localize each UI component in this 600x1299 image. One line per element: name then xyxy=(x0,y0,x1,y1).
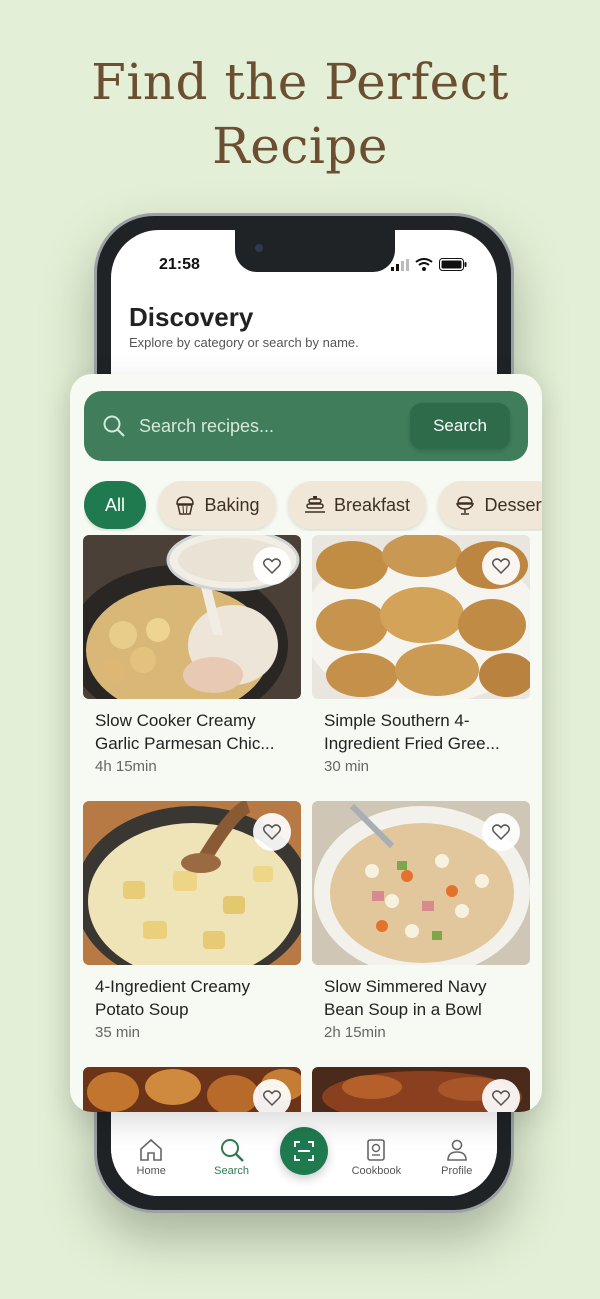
favorite-button[interactable] xyxy=(253,1079,291,1112)
wifi-icon xyxy=(415,258,433,271)
chip-breakfast[interactable]: Breakfast xyxy=(287,481,426,529)
recipe-image xyxy=(312,801,530,965)
heart-icon xyxy=(263,1090,281,1106)
tab-profile-label: Profile xyxy=(441,1165,473,1177)
scan-button[interactable] xyxy=(279,1127,328,1175)
search-icon xyxy=(103,415,125,437)
favorite-button[interactable] xyxy=(482,813,520,851)
recipe-card[interactable]: 4-Ingredient Creamy Potato Soup 35 min xyxy=(83,801,301,1041)
page-title: Discovery xyxy=(129,302,254,332)
tab-profile[interactable]: Profile xyxy=(425,1137,489,1177)
chip-dessert[interactable]: Dessert xyxy=(438,481,542,529)
search-input[interactable]: Search recipes... xyxy=(139,416,274,437)
scan-icon xyxy=(293,1141,314,1161)
recipe-title: Slow Cooker Creamy Garlic Parmesan Chic.… xyxy=(95,711,275,753)
recipe-card[interactable] xyxy=(83,1067,301,1112)
recipe-title: Slow Simmered Navy Bean Soup in a Bowl xyxy=(324,977,487,1019)
heart-icon xyxy=(492,1090,510,1106)
headline: Find the Perfect Recipe xyxy=(0,50,600,178)
tab-cookbook-label: Cookbook xyxy=(351,1165,402,1177)
chip-all[interactable]: All xyxy=(84,481,146,529)
category-chips: All Baking Breakfast Dessert xyxy=(84,481,542,531)
recipe-image xyxy=(83,801,301,965)
search-bar: Search recipes... Search xyxy=(84,391,528,461)
recipe-card[interactable] xyxy=(312,1067,530,1112)
status-icons xyxy=(391,258,467,271)
chip-all-label: All xyxy=(104,494,125,515)
status-time: 21:58 xyxy=(159,256,200,273)
chip-dessert-label: Dessert xyxy=(484,494,542,515)
recipe-image xyxy=(312,535,530,699)
profile-icon xyxy=(446,1139,467,1161)
favorite-button[interactable] xyxy=(482,547,520,585)
heart-icon xyxy=(263,558,281,574)
recipe-card[interactable]: Simple Southern 4-Ingredient Fried Gree.… xyxy=(312,535,530,775)
chip-baking[interactable]: Baking xyxy=(158,481,276,529)
recipe-title: 4-Ingredient Creamy Potato Soup xyxy=(95,977,250,1019)
recipe-title: Simple Southern 4-Ingredient Fried Gree.… xyxy=(324,711,500,753)
tab-home[interactable]: Home xyxy=(119,1137,183,1177)
headline-line-1: Find the Perfect xyxy=(91,53,509,111)
headline-line-2: Recipe xyxy=(212,117,388,175)
discovery-card: Search recipes... Search All Baking Brea… xyxy=(70,374,542,1112)
recipe-time: 35 min xyxy=(95,1024,141,1041)
heart-icon xyxy=(263,824,281,840)
sundae-icon xyxy=(456,496,475,515)
search-button[interactable]: Search xyxy=(410,403,510,449)
camera-icon xyxy=(255,244,263,252)
home-icon xyxy=(140,1138,162,1161)
recipe-card[interactable]: Slow Simmered Navy Bean Soup in a Bowl 2… xyxy=(312,801,530,1041)
recipe-time: 2h 15min xyxy=(324,1024,386,1041)
tab-cookbook[interactable]: Cookbook xyxy=(344,1137,408,1177)
bottom-tab-bar: Home Search Cookbook Profile xyxy=(111,1115,497,1196)
heart-icon xyxy=(492,824,510,840)
search-icon xyxy=(220,1139,244,1162)
heart-icon xyxy=(492,558,510,574)
recipe-time: 4h 15min xyxy=(95,758,157,775)
page-subtitle: Explore by category or search by name. xyxy=(129,335,359,350)
recipe-image xyxy=(83,535,301,699)
tab-search-label: Search xyxy=(214,1165,249,1177)
signal-icon xyxy=(391,258,409,271)
chip-baking-label: Baking xyxy=(204,494,260,515)
cookbook-icon xyxy=(367,1139,386,1161)
favorite-button[interactable] xyxy=(253,547,291,585)
recipe-image xyxy=(312,1067,530,1112)
notch xyxy=(235,230,395,272)
favorite-button[interactable] xyxy=(482,1079,520,1112)
muffin-icon xyxy=(176,496,195,515)
recipe-image xyxy=(83,1067,301,1112)
tab-search[interactable]: Search xyxy=(200,1137,264,1177)
recipe-card[interactable]: Slow Cooker Creamy Garlic Parmesan Chic.… xyxy=(83,535,301,775)
tab-home-label: Home xyxy=(136,1165,166,1177)
battery-icon xyxy=(439,258,467,271)
chip-breakfast-label: Breakfast xyxy=(333,494,410,515)
pancakes-icon xyxy=(304,496,325,513)
favorite-button[interactable] xyxy=(253,813,291,851)
recipe-time: 30 min xyxy=(324,758,370,775)
